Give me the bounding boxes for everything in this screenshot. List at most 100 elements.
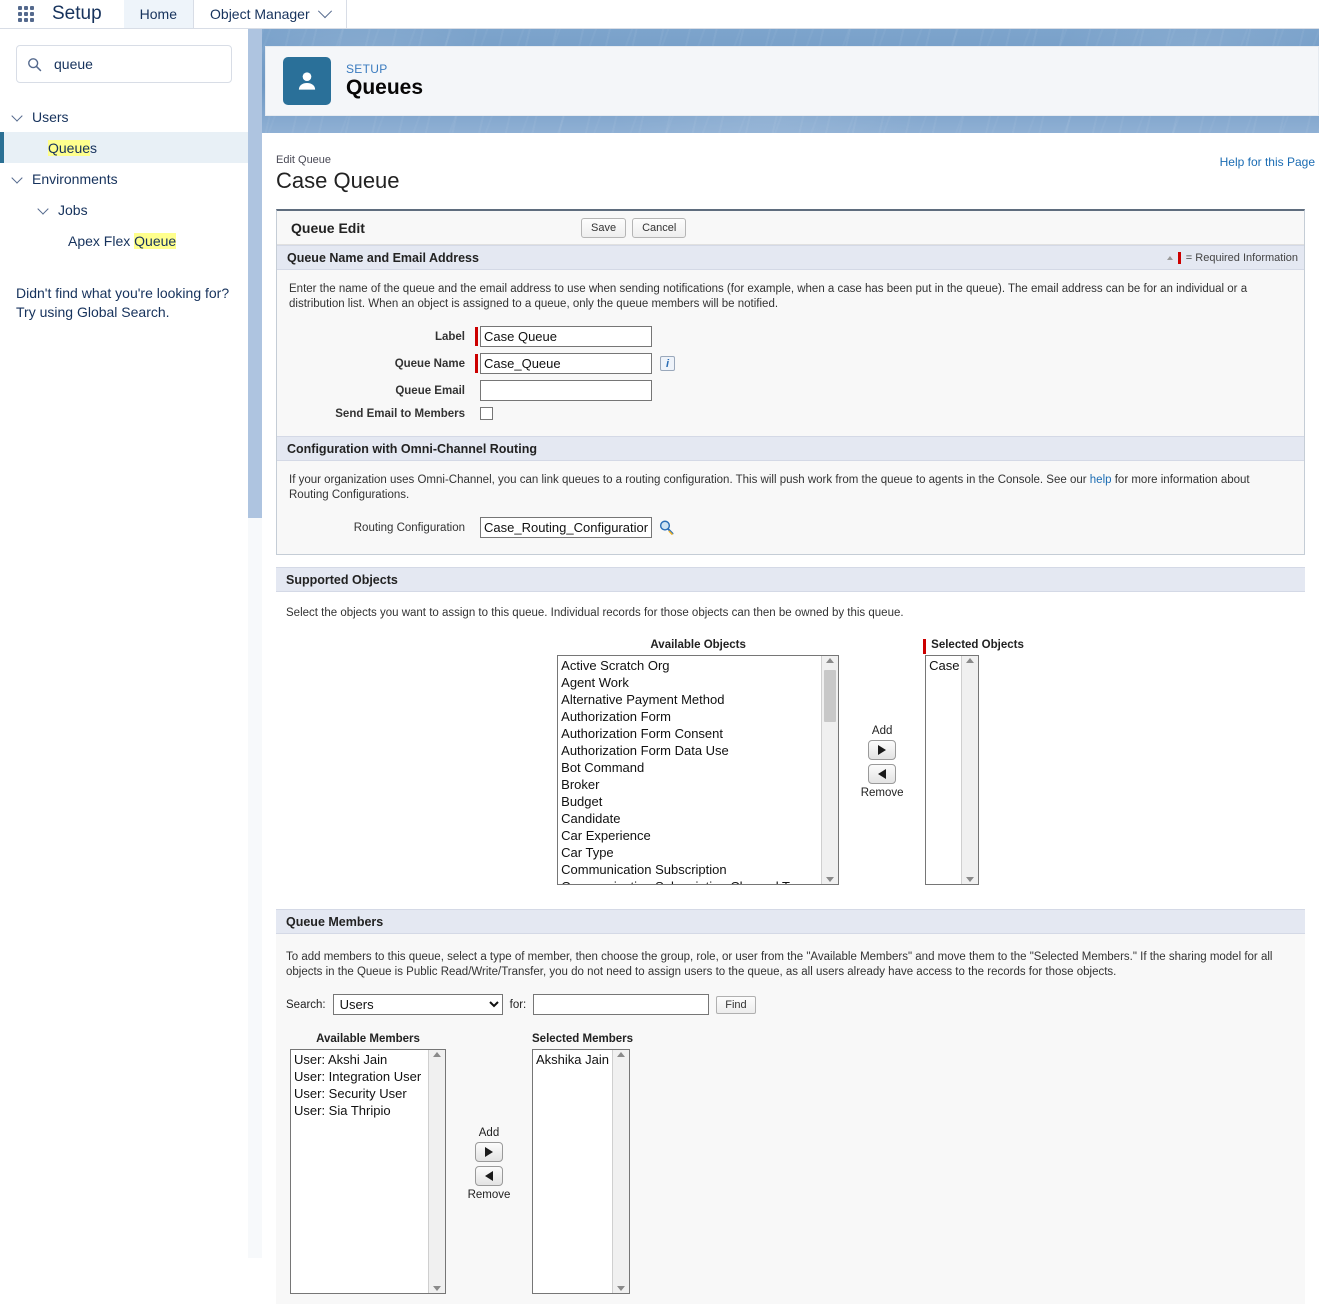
tab-object-manager[interactable]: Object Manager (194, 0, 347, 28)
tab-object-manager-label: Object Manager (210, 6, 310, 22)
record-title: Case Queue (276, 167, 1305, 195)
queue-name-field-label: Queue Name (289, 358, 475, 370)
label-input[interactable] (480, 326, 652, 347)
member-search-input[interactable] (533, 994, 709, 1015)
sidebar-item-queues[interactable]: Queues (0, 132, 248, 163)
list-item[interactable]: User: Sia Thripio (291, 1102, 428, 1119)
chevron-down-icon (318, 4, 332, 18)
help-for-this-page-link[interactable]: Help for this Page (1220, 155, 1315, 169)
selected-objects-header: Selected Objects (925, 639, 1024, 651)
available-members-options[interactable]: User: Akshi JainUser: Integration UserUs… (291, 1050, 428, 1293)
selected-objects-scrollbar[interactable] (961, 656, 978, 884)
chevron-down-icon (12, 111, 24, 123)
list-item[interactable]: Communication Subscription (558, 861, 821, 878)
members-move-buttons: Add Remove (446, 1033, 532, 1294)
available-objects-column: Available Objects Active Scratch OrgAgen… (557, 639, 839, 885)
sidebar-item-users[interactable]: Users (0, 101, 248, 132)
search-match-highlight: Queue (48, 140, 90, 156)
breadcrumb-zone: Edit Queue Case Queue Help for this Page (262, 133, 1319, 195)
selected-objects-options[interactable]: Case (926, 656, 961, 884)
list-item[interactable]: Broker (558, 776, 821, 793)
list-item[interactable]: Alternative Payment Method (558, 691, 821, 708)
scroll-down-icon[interactable] (826, 877, 834, 882)
setup-search-input[interactable] (52, 55, 226, 73)
scroll-down-icon[interactable] (966, 877, 974, 882)
scroll-up-icon[interactable] (826, 658, 834, 663)
list-item[interactable]: Bot Command (558, 759, 821, 776)
scroll-up-icon[interactable] (433, 1052, 441, 1057)
required-marker-icon (475, 354, 478, 373)
hero-icon-tile (283, 57, 331, 105)
list-item[interactable]: Authorization Form Data Use (558, 742, 821, 759)
list-item[interactable]: Candidate (558, 810, 821, 827)
queue-email-input[interactable] (480, 380, 652, 401)
field-row-routing-configuration: Routing Configuration (289, 517, 1292, 538)
scroll-down-icon[interactable] (617, 1286, 625, 1291)
selected-objects-listbox[interactable]: Case (925, 655, 979, 885)
list-item[interactable]: Agent Work (558, 674, 821, 691)
remove-objects-button[interactable] (868, 764, 896, 784)
lookup-search-icon[interactable] (658, 519, 675, 536)
list-item[interactable]: Active Scratch Org (558, 657, 821, 674)
app-launcher-waffle-icon (18, 6, 34, 22)
add-objects-button[interactable] (868, 740, 896, 760)
info-icon[interactable]: i (660, 356, 675, 371)
caret-icon (1167, 256, 1173, 260)
available-objects-listbox[interactable]: Active Scratch OrgAgent WorkAlternative … (557, 655, 839, 885)
scroll-up-icon[interactable] (617, 1052, 625, 1057)
global-navigation-bar: Setup Home Object Manager (0, 0, 1319, 29)
queue-name-input[interactable] (480, 353, 652, 374)
tab-home[interactable]: Home (124, 0, 194, 28)
available-members-listbox[interactable]: User: Akshi JainUser: Integration UserUs… (290, 1049, 446, 1294)
member-search-for-label: for: (510, 999, 527, 1011)
list-item[interactable]: User: Security User (291, 1085, 428, 1102)
list-item[interactable]: Authorization Form (558, 708, 821, 725)
available-objects-options[interactable]: Active Scratch OrgAgent WorkAlternative … (558, 656, 821, 884)
list-item[interactable]: Communication Subscription Channel Type (558, 878, 821, 884)
selected-members-options[interactable]: Akshika Jain (533, 1050, 612, 1293)
cancel-button[interactable]: Cancel (632, 218, 686, 238)
sidebar-item-queues-label: Queues (48, 140, 97, 156)
find-button[interactable]: Find (716, 996, 755, 1014)
list-item[interactable]: User: Integration User (291, 1068, 428, 1085)
sidebar-item-jobs[interactable]: Jobs (0, 194, 248, 225)
label-field-label: Label (289, 331, 475, 343)
sidebar-hint: Didn't find what you're looking for? Try… (16, 284, 232, 322)
selected-members-header: Selected Members (532, 1033, 633, 1045)
send-email-to-members-checkbox[interactable] (480, 407, 493, 420)
remove-members-button[interactable] (475, 1166, 503, 1186)
add-members-button[interactable] (475, 1142, 503, 1162)
omni-help-link[interactable]: help (1090, 474, 1112, 486)
tab-home-label: Home (140, 6, 177, 22)
scrollbar-thumb[interactable] (824, 670, 836, 722)
sidebar-item-users-label: Users (32, 109, 69, 125)
selected-members-scrollbar[interactable] (612, 1050, 629, 1293)
list-item[interactable]: Budget (558, 793, 821, 810)
member-type-select[interactable]: Users (333, 994, 503, 1015)
setup-title: Setup (52, 0, 124, 28)
list-item[interactable]: Case (926, 657, 961, 674)
list-item[interactable]: Car Experience (558, 827, 821, 844)
scroll-down-icon[interactable] (433, 1286, 441, 1291)
app-launcher-button[interactable] (0, 0, 52, 28)
available-members-scrollbar[interactable] (428, 1050, 445, 1293)
save-button[interactable]: Save (581, 218, 626, 238)
sidebar-item-environments-label: Environments (32, 171, 118, 187)
scroll-up-icon[interactable] (966, 658, 974, 663)
selected-members-listbox[interactable]: Akshika Jain (532, 1049, 630, 1294)
queue-edit-form: Queue Edit Save Cancel Queue Name and Em… (276, 209, 1305, 555)
sidebar-item-apex-flex-queue[interactable]: Apex Flex Queue (0, 225, 248, 256)
setup-search-box[interactable] (16, 45, 232, 83)
list-item[interactable]: User: Akshi Jain (291, 1051, 428, 1068)
list-item[interactable]: Akshika Jain (533, 1051, 612, 1068)
available-objects-scrollbar[interactable] (821, 656, 838, 884)
sidebar-scrollbar-track (248, 518, 263, 1258)
sidebar-item-environments[interactable]: Environments (0, 163, 248, 194)
required-legend-text: = Required Information (1186, 252, 1298, 264)
list-item[interactable]: Car Type (558, 844, 821, 861)
sidebar-scrollbar[interactable] (248, 29, 263, 518)
section-title: Configuration with Omni-Channel Routing (287, 442, 537, 456)
list-item[interactable]: Authorization Form Consent (558, 725, 821, 742)
routing-configuration-input[interactable] (480, 517, 652, 538)
section-title: Supported Objects (286, 573, 398, 587)
